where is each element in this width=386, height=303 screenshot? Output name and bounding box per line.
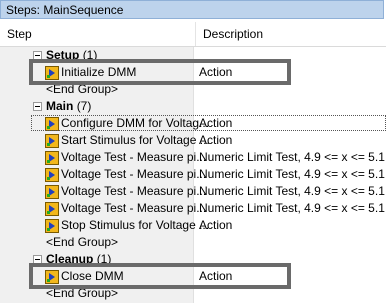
step-row[interactable]: Voltage Test - Measure pi... Numeric Limi…	[0, 200, 386, 217]
teststand-step-icon	[45, 134, 59, 148]
highlight-box-close-dmm	[29, 263, 291, 289]
pane-title: Steps: MainSequence	[6, 3, 124, 17]
group-name: Main	[46, 99, 74, 113]
column-header-divider[interactable]	[195, 22, 196, 46]
teststand-step-icon	[45, 151, 59, 165]
teststand-step-icon	[45, 219, 59, 233]
teststand-step-icon	[45, 202, 59, 216]
step-description: Numeric Limit Test, 4.9 <= x <= 5.1	[199, 201, 385, 215]
steps-list-header: Step Description	[0, 22, 386, 47]
group-row-main[interactable]: Main (7)	[0, 98, 386, 115]
step-name: Voltage Test - Measure pi...	[61, 167, 207, 181]
step-row[interactable]: Voltage Test - Measure pi... Numeric Limi…	[0, 183, 386, 200]
highlight-box-initialize-dmm	[29, 59, 291, 85]
step-name: Voltage Test - Measure pi...	[61, 184, 207, 198]
step-name: Voltage Test - Measure pi...	[61, 150, 207, 164]
collapse-minus-icon[interactable]	[33, 102, 42, 111]
step-name: Start Stimulus for Voltage ...	[61, 133, 210, 147]
step-description: Action	[199, 218, 233, 232]
step-description: Numeric Limit Test, 4.9 <= x <= 5.1	[199, 150, 385, 164]
step-row[interactable]: Start Stimulus for Voltage ... Action	[0, 132, 386, 149]
step-row[interactable]: Voltage Test - Measure pi... Numeric Limi…	[0, 166, 386, 183]
steps-window: Steps: MainSequence Step Description Set…	[0, 0, 386, 303]
teststand-step-icon	[45, 185, 59, 199]
step-row[interactable]: Stop Stimulus for Voltage ... Action	[0, 217, 386, 234]
teststand-step-icon	[45, 168, 59, 182]
step-description: Action	[199, 133, 233, 147]
end-group-label: <End Group>	[46, 235, 119, 249]
steps-list: Setup (1) Initialize DMM Action <End Group>…	[0, 47, 386, 303]
step-row[interactable]: Voltage Test - Measure pi... Numeric Limi…	[0, 149, 386, 166]
step-name: Voltage Test - Measure pi...	[61, 201, 207, 215]
focus-rectangle	[31, 115, 386, 131]
group-label: Main (7)	[46, 100, 91, 113]
group-count: (7)	[76, 99, 92, 113]
end-group-row[interactable]: <End Group>	[0, 234, 386, 251]
step-description: Numeric Limit Test, 4.9 <= x <= 5.1	[199, 167, 385, 181]
step-name: Stop Stimulus for Voltage ...	[61, 218, 210, 232]
column-header-step[interactable]: Step	[7, 22, 193, 46]
step-description: Numeric Limit Test, 4.9 <= x <= 5.1	[199, 184, 385, 198]
pane-title-bar: Steps: MainSequence	[0, 0, 384, 19]
column-header-description[interactable]: Description	[203, 22, 383, 46]
